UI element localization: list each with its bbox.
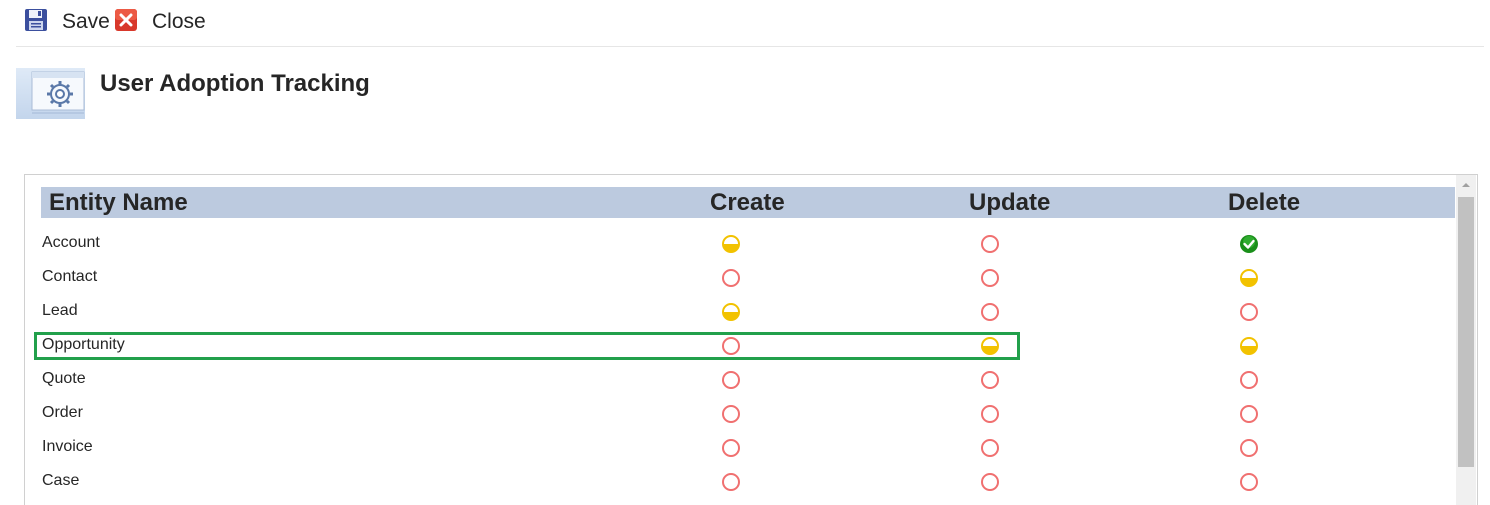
update-half-filled-circle-icon[interactable] (979, 335, 1001, 357)
table-row[interactable]: Order (41, 397, 1455, 431)
create-empty-circle-icon[interactable] (720, 471, 742, 493)
close-label: Close (152, 10, 206, 33)
command-bar: Save Close (0, 0, 1490, 46)
delete-empty-circle-icon[interactable] (1238, 437, 1260, 459)
grid-header: Entity Name Create Update Delete (41, 187, 1455, 218)
vertical-scrollbar[interactable] (1456, 175, 1476, 505)
delete-half-filled-circle-icon[interactable] (1238, 267, 1260, 289)
save-disk-icon (24, 8, 48, 37)
update-empty-circle-icon[interactable] (979, 369, 1001, 391)
table-row[interactable]: Contact (41, 261, 1455, 295)
scroll-up-arrow-icon[interactable] (1456, 175, 1476, 195)
delete-empty-circle-icon[interactable] (1238, 403, 1260, 425)
entity-name: Opportunity (42, 336, 125, 353)
delete-empty-circle-icon[interactable] (1238, 471, 1260, 493)
table-row[interactable]: Account (41, 227, 1455, 261)
column-header-create: Create (710, 189, 785, 216)
table-row[interactable]: Lead (41, 295, 1455, 329)
update-empty-circle-icon[interactable] (979, 233, 1001, 255)
column-header-entity-name: Entity Name (49, 189, 188, 216)
table-row[interactable]: Invoice (41, 431, 1455, 465)
adoption-grid: Entity Name Create Update Delete Account… (24, 174, 1478, 505)
update-empty-circle-icon[interactable] (979, 437, 1001, 459)
entity-name: Lead (42, 302, 78, 319)
entity-name: Contact (42, 268, 98, 285)
close-button[interactable]: Close (114, 8, 206, 36)
entity-name: Invoice (42, 438, 93, 455)
page-title: User Adoption Tracking (100, 70, 370, 97)
close-x-icon (114, 8, 138, 37)
create-empty-circle-icon[interactable] (720, 403, 742, 425)
entity-name: Order (42, 404, 83, 421)
toolbar-divider (16, 46, 1484, 47)
column-header-update: Update (969, 189, 1051, 216)
table-row[interactable]: Opportunity (41, 329, 1455, 363)
entity-name: Quote (42, 370, 86, 387)
create-empty-circle-icon[interactable] (720, 437, 742, 459)
save-label: Save (62, 10, 110, 33)
delete-empty-circle-icon[interactable] (1238, 301, 1260, 323)
save-button[interactable]: Save (24, 8, 110, 36)
entity-name: Account (42, 234, 100, 251)
create-empty-circle-icon[interactable] (720, 335, 742, 357)
delete-half-filled-circle-icon[interactable] (1238, 335, 1260, 357)
create-half-filled-circle-icon[interactable] (720, 233, 742, 255)
update-empty-circle-icon[interactable] (979, 403, 1001, 425)
delete-green-check-circle-icon[interactable] (1238, 233, 1260, 255)
column-header-delete: Delete (1228, 189, 1301, 216)
scrollbar-thumb[interactable] (1458, 197, 1474, 467)
table-row[interactable]: Case (41, 465, 1455, 499)
update-empty-circle-icon[interactable] (979, 267, 1001, 289)
settings-gear-form-icon (16, 68, 85, 119)
update-empty-circle-icon[interactable] (979, 301, 1001, 323)
entity-name: Case (42, 472, 80, 489)
create-half-filled-circle-icon[interactable] (720, 301, 742, 323)
delete-empty-circle-icon[interactable] (1238, 369, 1260, 391)
update-empty-circle-icon[interactable] (979, 471, 1001, 493)
table-row[interactable]: Quote (41, 363, 1455, 397)
create-empty-circle-icon[interactable] (720, 267, 742, 289)
create-empty-circle-icon[interactable] (720, 369, 742, 391)
